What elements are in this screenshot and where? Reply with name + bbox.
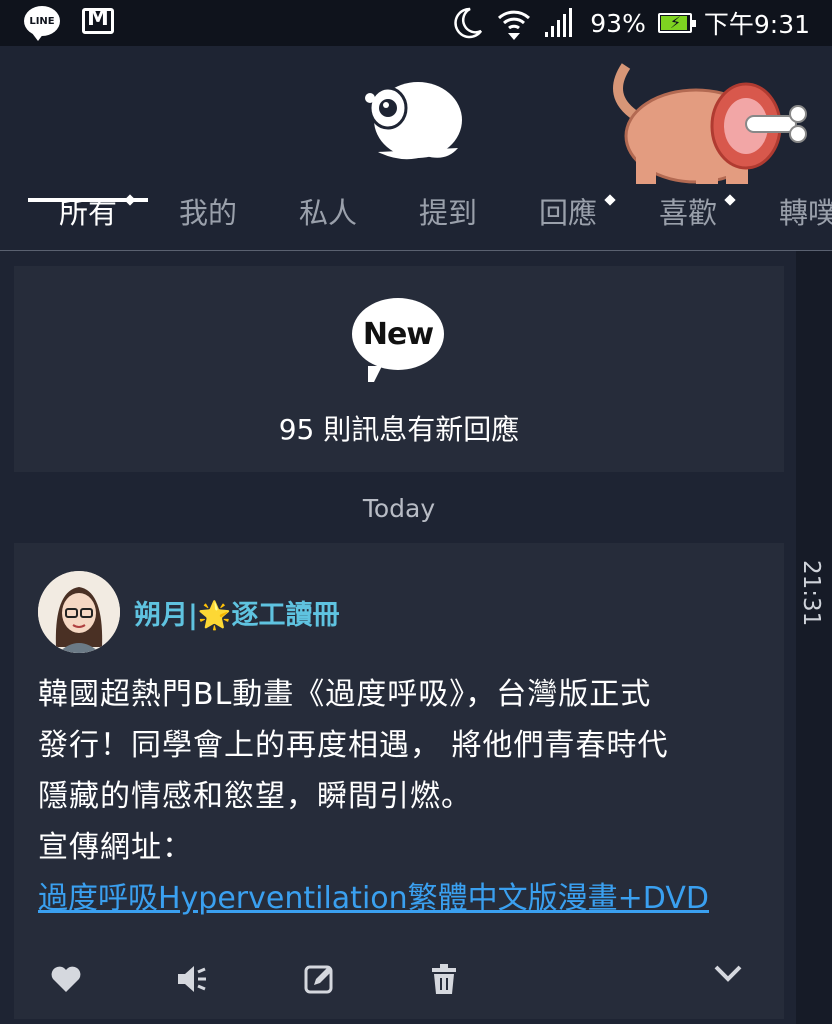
chevron-down-icon[interactable]: [706, 951, 750, 995]
tab-label: 喜歡: [658, 196, 717, 230]
tab-replurks[interactable]: 轉噗: [748, 186, 832, 250]
tab-label: 回應: [538, 196, 597, 230]
heart-icon[interactable]: [44, 957, 88, 1001]
status-bar: LINE 93% ⚡ 下: [0, 0, 832, 46]
line-app-icon: LINE: [24, 6, 60, 41]
tab-bar: 所有 我的 私人 提到 回應 喜歡 轉噗: [0, 186, 832, 250]
trash-icon[interactable]: [422, 957, 466, 1001]
post-content: 韓國超熱門BL動畫《過度呼吸》，台灣版正式 發行！同學會上的再度相遇， 將他們青…: [38, 669, 768, 924]
gmail-icon: [82, 6, 114, 34]
date-separator: Today: [362, 494, 436, 523]
meat-sticker-image: [613, 63, 807, 184]
unread-dot: [724, 194, 736, 206]
mute-icon[interactable]: [170, 957, 214, 1001]
post-line: 隱藏的情感和慾望，瞬間引燃。: [38, 779, 472, 814]
new-responses-text: 95 則訊息有新回應: [278, 413, 520, 446]
post-line: 宣傳網址：: [38, 830, 193, 865]
post-card[interactable]: 朔月|🌟逐工讀冊 韓國超熱門BL動畫《過度呼吸》，台灣版正式 發行！同學會上的再…: [14, 543, 784, 1019]
tab-all[interactable]: 所有: [28, 186, 148, 250]
rail-time: 21:31: [798, 560, 824, 627]
header-divider: [0, 250, 832, 251]
battery-percent: 93%: [590, 8, 646, 38]
post-line: 韓國超熱門BL動畫《過度呼吸》，台灣版正式: [38, 677, 652, 712]
new-badge-label: New: [362, 316, 434, 352]
tab-responses[interactable]: 回應: [508, 186, 628, 250]
moon-icon: [450, 6, 484, 40]
wifi-icon: [496, 6, 532, 40]
new-badge-icon: New: [352, 298, 444, 382]
tab-mine[interactable]: 我的: [148, 186, 268, 250]
tab-label: 轉噗: [778, 196, 832, 230]
unread-dot: [604, 194, 616, 206]
tab-label: 私人: [298, 196, 357, 230]
header: 所有 我的 私人 提到 回應 喜歡 轉噗: [0, 46, 832, 250]
post-link[interactable]: 過度呼吸Hyperventilation繁體中文版漫畫+DVD: [38, 881, 709, 916]
author-name[interactable]: 朔月|🌟逐工讀冊: [134, 593, 339, 632]
tab-label: 我的: [178, 196, 237, 230]
post-line: 發行！同學會上的再度相遇， 將他們青春時代: [38, 728, 669, 763]
active-tab-indicator: [28, 198, 148, 202]
plurk-mascot-logo[interactable]: [362, 74, 466, 162]
line-label: LINE: [29, 15, 55, 27]
edit-icon[interactable]: [298, 957, 342, 1001]
timeline-rail[interactable]: [796, 251, 832, 1024]
tab-private[interactable]: 私人: [268, 186, 388, 250]
clock: 下午9:31: [703, 10, 810, 39]
signal-icon: [544, 8, 578, 38]
battery-icon: ⚡: [657, 13, 696, 33]
tab-likes[interactable]: 喜歡: [628, 186, 748, 250]
post-actions: [14, 957, 784, 1007]
avatar[interactable]: [38, 571, 120, 653]
tab-mentions[interactable]: 提到: [388, 186, 508, 250]
tab-label: 提到: [418, 196, 477, 230]
new-responses-card[interactable]: New 95 則訊息有新回應: [14, 266, 784, 472]
